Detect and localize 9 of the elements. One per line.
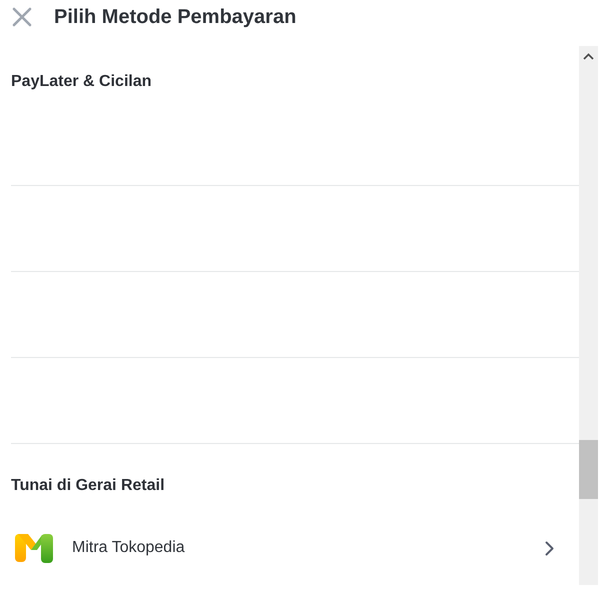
scroll-up-icon[interactable] (583, 52, 594, 60)
section-heading: Tunai di Gerai Retail (11, 476, 165, 496)
page-title: Pilih Metode Pembayaran (54, 5, 296, 29)
m-logo-icon (15, 533, 53, 563)
section-heading: PayLater & Cicilan (11, 72, 152, 92)
chevron-right-icon (545, 540, 554, 556)
scrollbar-thumb[interactable] (579, 440, 598, 499)
close-icon[interactable] (12, 7, 32, 27)
scrollbar-track[interactable] (579, 46, 598, 585)
